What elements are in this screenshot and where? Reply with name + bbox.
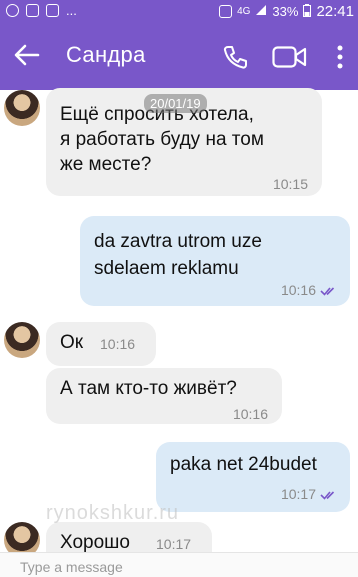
whatsapp-icon [6,4,19,17]
phone-call-icon[interactable] [222,44,248,70]
app-bar: Сандра [0,22,358,90]
message-time: 10:17 [156,536,192,552]
image-icon [26,4,39,17]
message-text-line: Ок [60,332,84,353]
read-receipt-icon [320,287,335,296]
message-bubble-incoming[interactable]: А там кто-то живёт? 10:16 [46,368,282,424]
mail-icon [46,4,59,17]
watermark: rynokshkur.ru [46,502,180,524]
message-bubble-outgoing[interactable]: da zavtra utrom uze sdelaem reklamu 10:1… [80,216,350,306]
clock: 22:41 [316,3,354,20]
signal-icon [255,4,267,19]
contact-avatar[interactable] [4,322,40,358]
message-bubble-incoming[interactable]: Ок 10:16 [46,322,156,366]
message-composer[interactable]: Type a message [0,552,358,577]
message-time: 10:16 [280,282,316,298]
message-text-line: da zavtra utrom uze [94,231,262,252]
video-call-icon[interactable] [272,46,308,68]
message-list[interactable]: Ещё спросить хотела, я работать буду на … [0,88,358,576]
message-time: 10:16 [232,406,268,422]
message-text-line: А там кто-то живёт? [60,378,237,399]
message-time: 10:16 [100,336,136,352]
back-arrow-icon[interactable] [14,44,40,66]
message-time: 10:17 [280,486,316,502]
silent-icon [219,5,233,18]
contact-name[interactable]: Сандра [66,42,146,68]
message-text-line: же месте? [60,154,152,175]
message-text-line: paka net 24budet [170,454,317,475]
message-text-line: sdelaem reklamu [94,258,239,279]
battery-level: 33% [272,4,299,19]
message-text-line: Хорошо [60,532,130,553]
read-receipt-icon [320,491,335,500]
date-separator: 20/01/19 [144,94,207,113]
message-text-line: я работать буду на том [60,129,264,150]
battery-icon [303,3,312,20]
more-options-icon[interactable] [336,45,344,69]
message-bubble-outgoing[interactable]: paka net 24budet 10:17 [156,442,350,512]
network-type: 4G [237,6,251,17]
message-time: 10:15 [272,176,308,192]
contact-avatar[interactable] [4,90,40,126]
more-notifications: ... [66,3,77,18]
composer-placeholder: Type a message [20,559,123,575]
status-bar: ... 4G 33% 22:41 [0,0,358,22]
